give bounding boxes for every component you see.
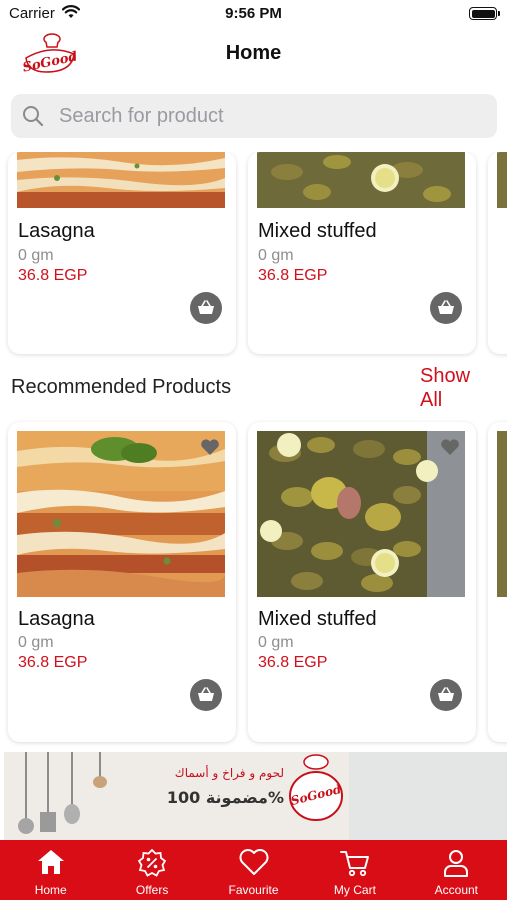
tab-label: Home <box>34 883 67 897</box>
offers-icon <box>137 848 167 877</box>
product-price: 36.8 EGP <box>258 267 328 284</box>
product-weight: 0 gm <box>18 247 54 264</box>
add-to-cart-button[interactable] <box>430 679 462 711</box>
mixed-stuffed-image <box>257 431 465 597</box>
home-icon <box>37 850 64 874</box>
product-weight: 0 gm <box>18 634 54 651</box>
basket-icon <box>438 300 454 314</box>
search-bar[interactable] <box>11 94 497 138</box>
search-input[interactable] <box>59 94 479 138</box>
tab-account[interactable]: Account <box>406 840 507 900</box>
lasagna-image <box>17 152 225 208</box>
heart-icon <box>239 849 268 875</box>
banner-tagline: لحوم و فراخ و أسماك <box>174 766 284 780</box>
product-name: Mixed stuffed <box>258 608 377 630</box>
promo-banner[interactable]: لحوم و فراخ و أسماك مضمونة 100% SoGood <box>4 752 507 840</box>
search-icon <box>22 105 44 132</box>
tab-label: My Cart <box>333 883 376 897</box>
basket-icon <box>198 300 214 314</box>
product-price: 36.8 EGP <box>258 654 328 671</box>
account-icon <box>444 850 469 877</box>
recommended-card-partial[interactable] <box>488 422 507 742</box>
product-image <box>497 152 507 208</box>
bottom-tab-bar: Home Offers Favourite My Cart Account <box>0 840 507 900</box>
section-title-recommended: Recommended Products <box>11 376 232 398</box>
product-weight: 0 gm <box>258 247 294 264</box>
tab-favourite[interactable]: Favourite <box>203 840 304 900</box>
heart-icon[interactable] <box>200 438 220 461</box>
product-name: Lasagna <box>18 608 95 630</box>
lasagna-image <box>17 431 225 597</box>
add-to-cart-button[interactable] <box>430 292 462 324</box>
status-time: 9:56 PM <box>225 5 282 22</box>
product-price: 36.8 EGP <box>18 267 88 284</box>
show-all-link[interactable]: Show All <box>420 364 480 412</box>
tab-home[interactable]: Home <box>0 840 101 900</box>
product-price: 36.8 EGP <box>18 654 88 671</box>
product-weight: 0 gm <box>258 634 294 651</box>
mixed-stuffed-image <box>257 152 465 208</box>
recommended-card-lasagna[interactable]: Lasagna 0 gm 36.8 EGP <box>8 422 236 742</box>
product-name: Lasagna <box>18 220 95 242</box>
product-image <box>497 431 507 597</box>
banner-headline: مضمونة 100% <box>166 788 284 807</box>
status-bar: Carrier 9:56 PM <box>0 0 507 28</box>
add-to-cart-button[interactable] <box>190 679 222 711</box>
basket-icon <box>198 687 214 701</box>
tab-offers[interactable]: Offers <box>101 840 202 900</box>
product-name: Mixed stuffed <box>258 220 377 242</box>
page-title: Home <box>225 42 282 64</box>
navigation-bar: SoGood Home <box>0 28 507 84</box>
product-card-partial[interactable] <box>488 152 507 354</box>
tab-label: Favourite <box>228 883 279 897</box>
home-content[interactable]: Lasagna 0 gm 36.8 EGP Mixed stuffed 0 gm… <box>0 152 507 840</box>
product-card-mixed-stuffed[interactable]: Mixed stuffed 0 gm 36.8 EGP <box>248 152 476 354</box>
tab-label: Account <box>434 883 478 897</box>
tab-label: Offers <box>135 883 169 897</box>
heart-icon[interactable] <box>440 438 460 461</box>
product-card-lasagna[interactable]: Lasagna 0 gm 36.8 EGP <box>8 152 236 354</box>
cart-icon <box>339 851 369 877</box>
tab-my-cart[interactable]: My Cart <box>304 840 405 900</box>
recommended-card-mixed-stuffed[interactable]: Mixed stuffed 0 gm 36.8 EGP <box>248 422 476 742</box>
battery-icon <box>469 7 500 20</box>
add-to-cart-button[interactable] <box>190 292 222 324</box>
basket-icon <box>438 687 454 701</box>
